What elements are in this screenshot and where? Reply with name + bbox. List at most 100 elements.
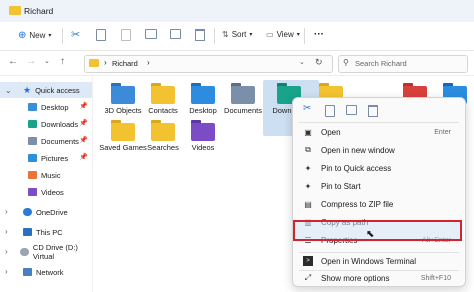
terminal-icon: > bbox=[303, 256, 313, 266]
more-options-button[interactable]: ··· bbox=[314, 29, 324, 40]
share-icon[interactable] bbox=[346, 105, 357, 115]
chevron-right-icon[interactable]: › bbox=[5, 267, 8, 276]
breadcrumb-separator: › bbox=[104, 58, 107, 67]
menu-item-open[interactable]: ▣ Open Enter bbox=[293, 123, 465, 141]
folder-videos[interactable]: Videos bbox=[177, 117, 233, 173]
address-bar-row: ← → ⌄ ↑ › Richard › ⌄ ↻ ⚲ Search Richard bbox=[0, 51, 474, 76]
open-icon: ▣ bbox=[304, 127, 312, 137]
address-field[interactable]: › Richard › ⌄ ↻ bbox=[84, 55, 333, 73]
cut-icon[interactable]: ✂ bbox=[303, 103, 311, 114]
zip-icon: ▤ bbox=[304, 199, 312, 209]
menu-item-pin-start[interactable]: ✦ Pin to Start bbox=[293, 177, 465, 195]
refresh-icon[interactable]: ↻ bbox=[315, 57, 323, 68]
disc-icon bbox=[19, 248, 29, 256]
toolbar-divider bbox=[62, 28, 63, 44]
up-arrow-icon[interactable]: ↑ bbox=[60, 56, 65, 67]
network-icon bbox=[23, 268, 32, 276]
chevron-down-icon: ▾ bbox=[296, 32, 300, 38]
sidebar-item-label: This PC bbox=[36, 227, 63, 237]
menu-item-open-new-window[interactable]: ⧉ Open in new window bbox=[293, 141, 465, 159]
sidebar-item-quick-access[interactable]: ⌄ ★ Quick access bbox=[0, 82, 92, 98]
menu-shortcut: Shift+F10 bbox=[420, 274, 451, 282]
new-window-icon: ⧉ bbox=[305, 145, 311, 154]
rename-icon[interactable] bbox=[145, 29, 157, 39]
chevron-right-icon[interactable]: › bbox=[5, 247, 8, 256]
menu-item-label: Pin to Start bbox=[321, 181, 361, 191]
menu-item-label: Compress to ZIP file bbox=[321, 199, 394, 209]
chevron-right-icon[interactable]: › bbox=[5, 207, 8, 216]
copy-icon[interactable] bbox=[325, 105, 335, 117]
sidebar-item-music[interactable]: Music bbox=[0, 167, 92, 183]
menu-shortcut: Enter bbox=[434, 128, 451, 136]
breadcrumb-separator: › bbox=[147, 58, 150, 67]
folder-icon bbox=[9, 6, 21, 15]
documents-icon bbox=[231, 86, 255, 104]
menu-item-compress-zip[interactable]: ▤ Compress to ZIP file bbox=[293, 195, 465, 213]
cut-icon[interactable]: ✂ bbox=[71, 28, 80, 41]
delete-icon[interactable] bbox=[195, 29, 205, 41]
pictures-icon bbox=[28, 154, 37, 162]
sort-icon: ⇅ bbox=[222, 30, 229, 39]
folder-icon bbox=[89, 59, 99, 67]
sidebar-item-label: CD Drive (D:) Virtual bbox=[32, 243, 78, 261]
new-button[interactable]: ⊕ New ▾ bbox=[18, 30, 51, 41]
sidebar-item-network[interactable]: › Network bbox=[0, 264, 92, 280]
sidebar-item-this-pc[interactable]: › This PC bbox=[0, 224, 92, 240]
breadcrumb-richard[interactable]: Richard bbox=[112, 59, 138, 68]
chevron-down-icon[interactable]: ⌄ bbox=[5, 86, 12, 95]
computer-icon bbox=[23, 228, 32, 236]
delete-icon[interactable] bbox=[368, 105, 378, 117]
chevron-down-icon[interactable]: ⌄ bbox=[44, 57, 50, 65]
3d-objects-icon bbox=[111, 86, 135, 104]
sidebar-item-pictures[interactable]: Pictures 📌 bbox=[0, 150, 92, 166]
pin-icon: 📌 bbox=[79, 120, 88, 127]
menu-item-label: Open in Windows Terminal bbox=[321, 256, 417, 266]
folder-icon bbox=[111, 123, 135, 141]
sidebar-item-documents[interactable]: Documents 📌 bbox=[0, 133, 92, 149]
view-button[interactable]: ▭ View ▾ bbox=[266, 30, 300, 39]
forward-arrow-icon[interactable]: → bbox=[26, 56, 36, 67]
view-icon: ▭ bbox=[266, 30, 274, 39]
sidebar-item-onedrive[interactable]: › OneDrive bbox=[0, 204, 92, 220]
pin-icon: 📌 bbox=[79, 103, 88, 110]
toolbar-divider bbox=[304, 28, 305, 44]
copy-icon[interactable] bbox=[96, 29, 106, 41]
new-label: New bbox=[29, 31, 46, 40]
search-input[interactable]: ⚲ Search Richard bbox=[338, 55, 468, 73]
sort-button[interactable]: ⇅ Sort ▾ bbox=[222, 30, 252, 39]
documents-icon bbox=[28, 137, 37, 145]
sidebar-item-videos[interactable]: Videos bbox=[0, 184, 92, 200]
music-icon bbox=[28, 171, 37, 179]
pin-icon: 📌 bbox=[79, 154, 88, 161]
sidebar-item-label: Quick access bbox=[35, 85, 80, 95]
chevron-down-icon[interactable]: ⌄ bbox=[299, 58, 305, 66]
menu-item-label: Open bbox=[321, 127, 341, 137]
pin-icon: ✦ bbox=[304, 163, 312, 173]
chevron-down-icon: ▾ bbox=[48, 33, 52, 39]
share-icon[interactable] bbox=[170, 29, 181, 39]
folder-label: Videos bbox=[191, 143, 215, 152]
plus-icon: ⊕ bbox=[18, 30, 27, 41]
menu-item-show-more-options[interactable]: ⤢ Show more options Shift+F10 bbox=[293, 269, 465, 287]
search-placeholder: Search Richard bbox=[355, 59, 407, 68]
paste-icon[interactable] bbox=[121, 29, 131, 41]
cloud-icon bbox=[23, 208, 32, 216]
pin-icon: 📌 bbox=[79, 137, 88, 144]
menu-item-label: Pin to Quick access bbox=[321, 163, 392, 173]
more-options-icon: ⤢ bbox=[304, 273, 312, 282]
menu-item-pin-quick-access[interactable]: ✦ Pin to Quick access bbox=[293, 159, 465, 177]
sidebar-item-label: Videos bbox=[41, 187, 64, 197]
chevron-right-icon[interactable]: › bbox=[5, 227, 8, 236]
sidebar-item-label: Pictures bbox=[41, 153, 69, 163]
back-arrow-icon[interactable]: ← bbox=[8, 56, 18, 67]
menu-item-windows-terminal[interactable]: > Open in Windows Terminal bbox=[293, 252, 465, 270]
menu-item-label: Show more options bbox=[321, 273, 390, 283]
sidebar-item-downloads[interactable]: Downloads 📌 bbox=[0, 116, 92, 132]
sidebar-item-desktop[interactable]: Desktop 📌 bbox=[0, 99, 92, 115]
desktop-icon bbox=[191, 86, 215, 104]
view-label: View bbox=[276, 30, 294, 39]
cursor-icon: ⬉ bbox=[366, 229, 375, 240]
sidebar-item-label: Downloads bbox=[41, 119, 79, 129]
sidebar-item-cd-drive[interactable]: › CD Drive (D:) Virtual bbox=[0, 243, 92, 261]
videos-icon bbox=[191, 123, 215, 141]
